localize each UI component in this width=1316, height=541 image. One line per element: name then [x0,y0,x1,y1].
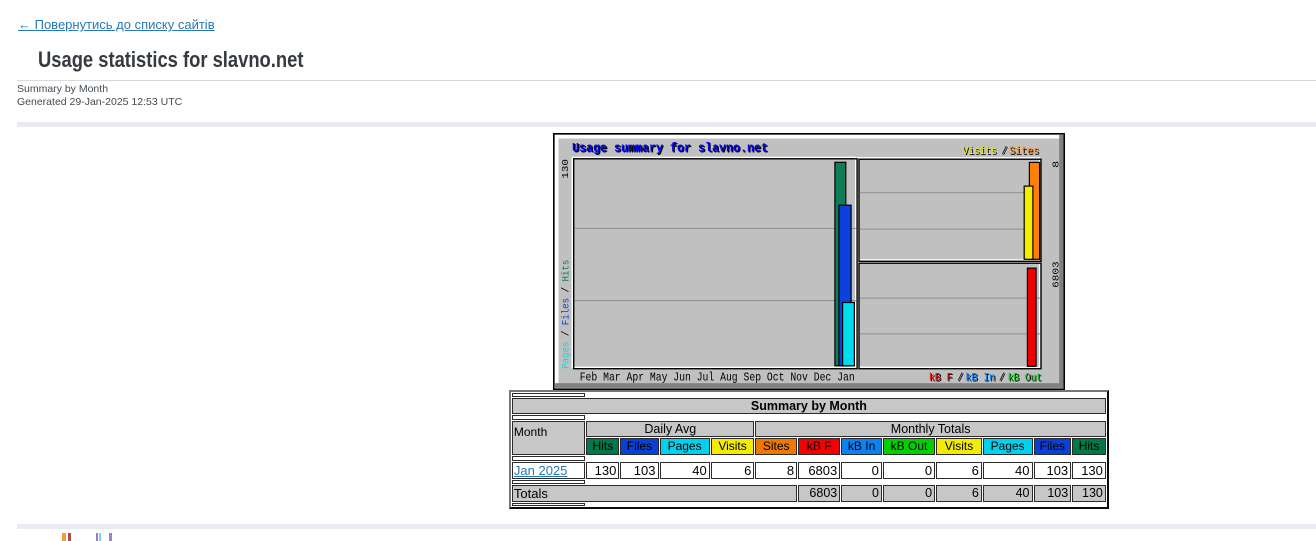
svg-text:kB F: kB F [929,372,953,384]
svg-text:Files: Files [561,297,573,324]
svg-text:/: / [561,330,573,336]
svg-text:130: 130 [560,158,571,178]
svg-text:Usage summary for slavno.net: Usage summary for slavno.net [572,141,768,155]
svg-text:/: / [1002,145,1008,157]
svg-text:/: / [561,286,573,292]
svg-text:/: / [999,372,1005,384]
svg-text:Sites: Sites [1009,145,1039,157]
svg-text:/: / [957,372,963,384]
svg-text:kB In: kB In [965,372,995,384]
svg-text:8: 8 [1050,160,1061,167]
svg-text:Feb Mar Apr May Jun Jul Aug Se: Feb Mar Apr May Jun Jul Aug Sep Oct Nov … [580,370,855,384]
svg-text:6803: 6803 [1050,261,1061,288]
svg-text:kB Out: kB Out [1008,372,1042,384]
svg-text:Hits: Hits [561,259,573,281]
svg-text:Visits: Visits [963,145,997,157]
svg-text:Pages: Pages [562,341,573,368]
